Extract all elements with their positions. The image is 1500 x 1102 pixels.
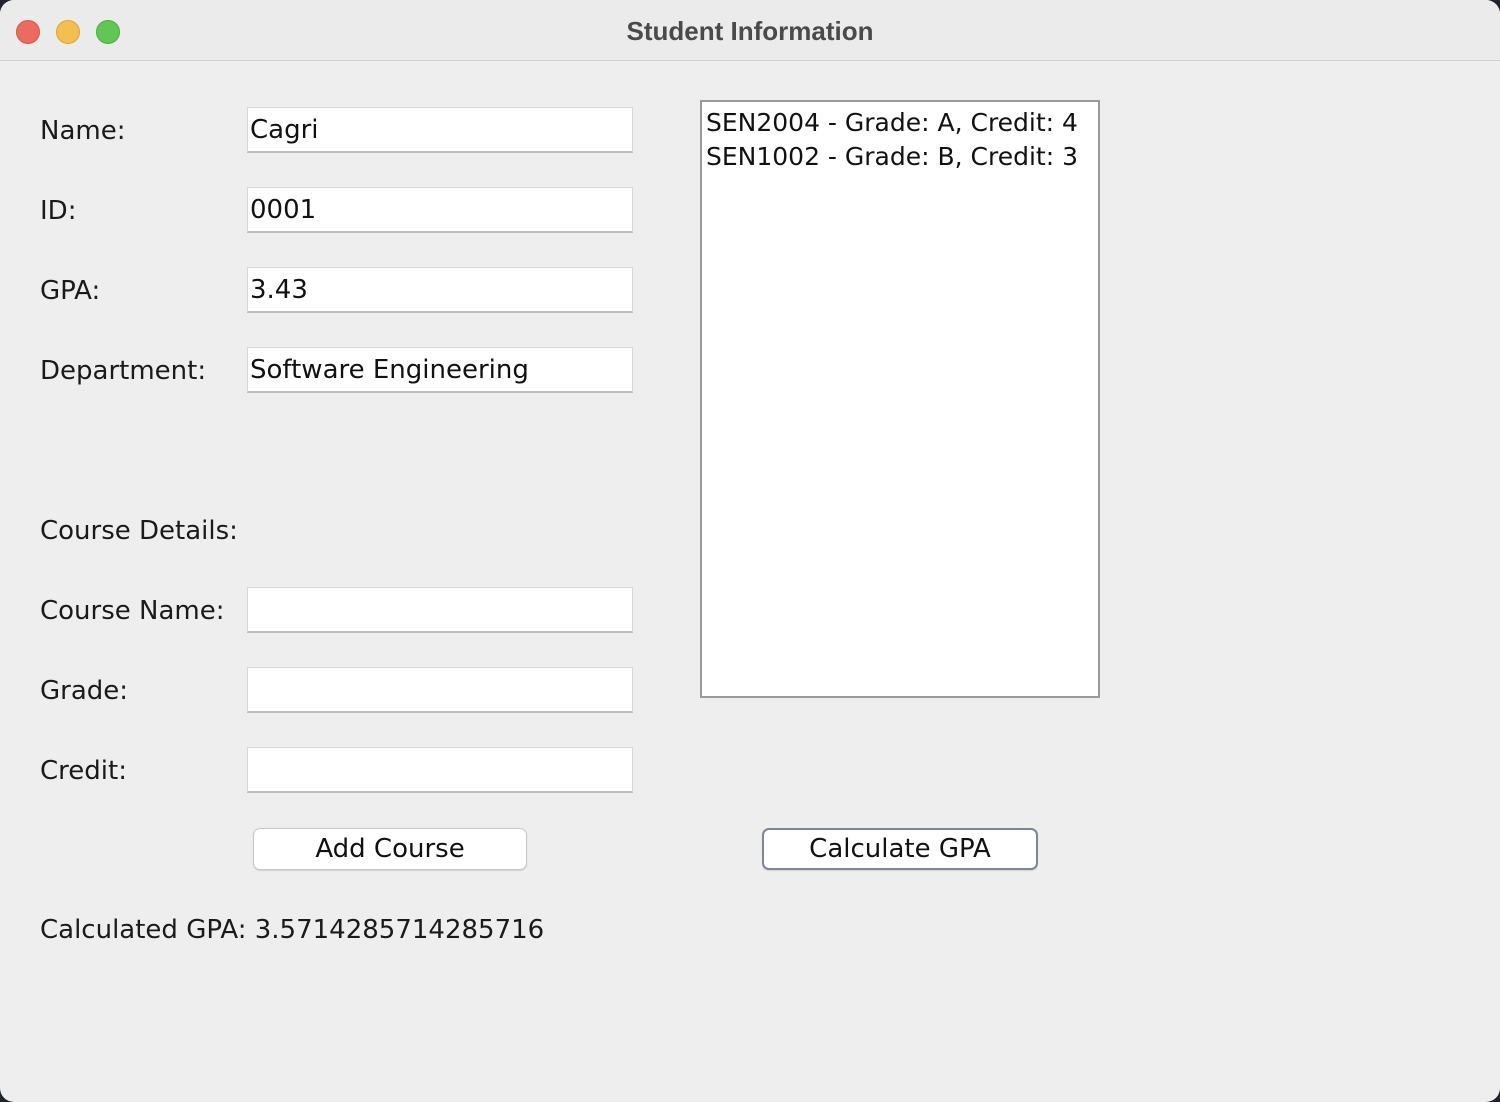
- list-item[interactable]: SEN1002 - Grade: B, Credit: 3: [706, 140, 1098, 174]
- department-label: Department:: [40, 356, 207, 386]
- name-label: Name:: [40, 116, 126, 146]
- course-name-label: Course Name:: [40, 596, 225, 626]
- calculated-gpa-text: Calculated GPA: 3.5714285714285716: [40, 915, 545, 945]
- course-details-heading: Course Details:: [40, 516, 238, 546]
- credit-field[interactable]: [247, 747, 633, 793]
- list-item[interactable]: SEN2004 - Grade: A, Credit: 4: [706, 106, 1098, 140]
- calculate-gpa-button[interactable]: Calculate GPA: [762, 828, 1038, 870]
- name-field[interactable]: [247, 107, 633, 153]
- id-label: ID:: [40, 196, 77, 226]
- id-field[interactable]: [247, 187, 633, 233]
- gpa-label: GPA:: [40, 276, 101, 306]
- grade-field[interactable]: [247, 667, 633, 713]
- window-title: Student Information: [626, 16, 874, 46]
- credit-label: Credit:: [40, 756, 127, 786]
- add-course-button[interactable]: Add Course: [253, 828, 527, 870]
- app-window: Student Information Name: ID: GPA: Depar…: [0, 0, 1500, 1102]
- department-field[interactable]: [247, 347, 633, 393]
- gpa-field[interactable]: [247, 267, 633, 313]
- course-name-field[interactable]: [247, 587, 633, 633]
- course-list[interactable]: SEN2004 - Grade: A, Credit: 4 SEN1002 - …: [700, 100, 1100, 698]
- grade-label: Grade:: [40, 676, 129, 706]
- title-bar: Student Information: [0, 0, 1500, 61]
